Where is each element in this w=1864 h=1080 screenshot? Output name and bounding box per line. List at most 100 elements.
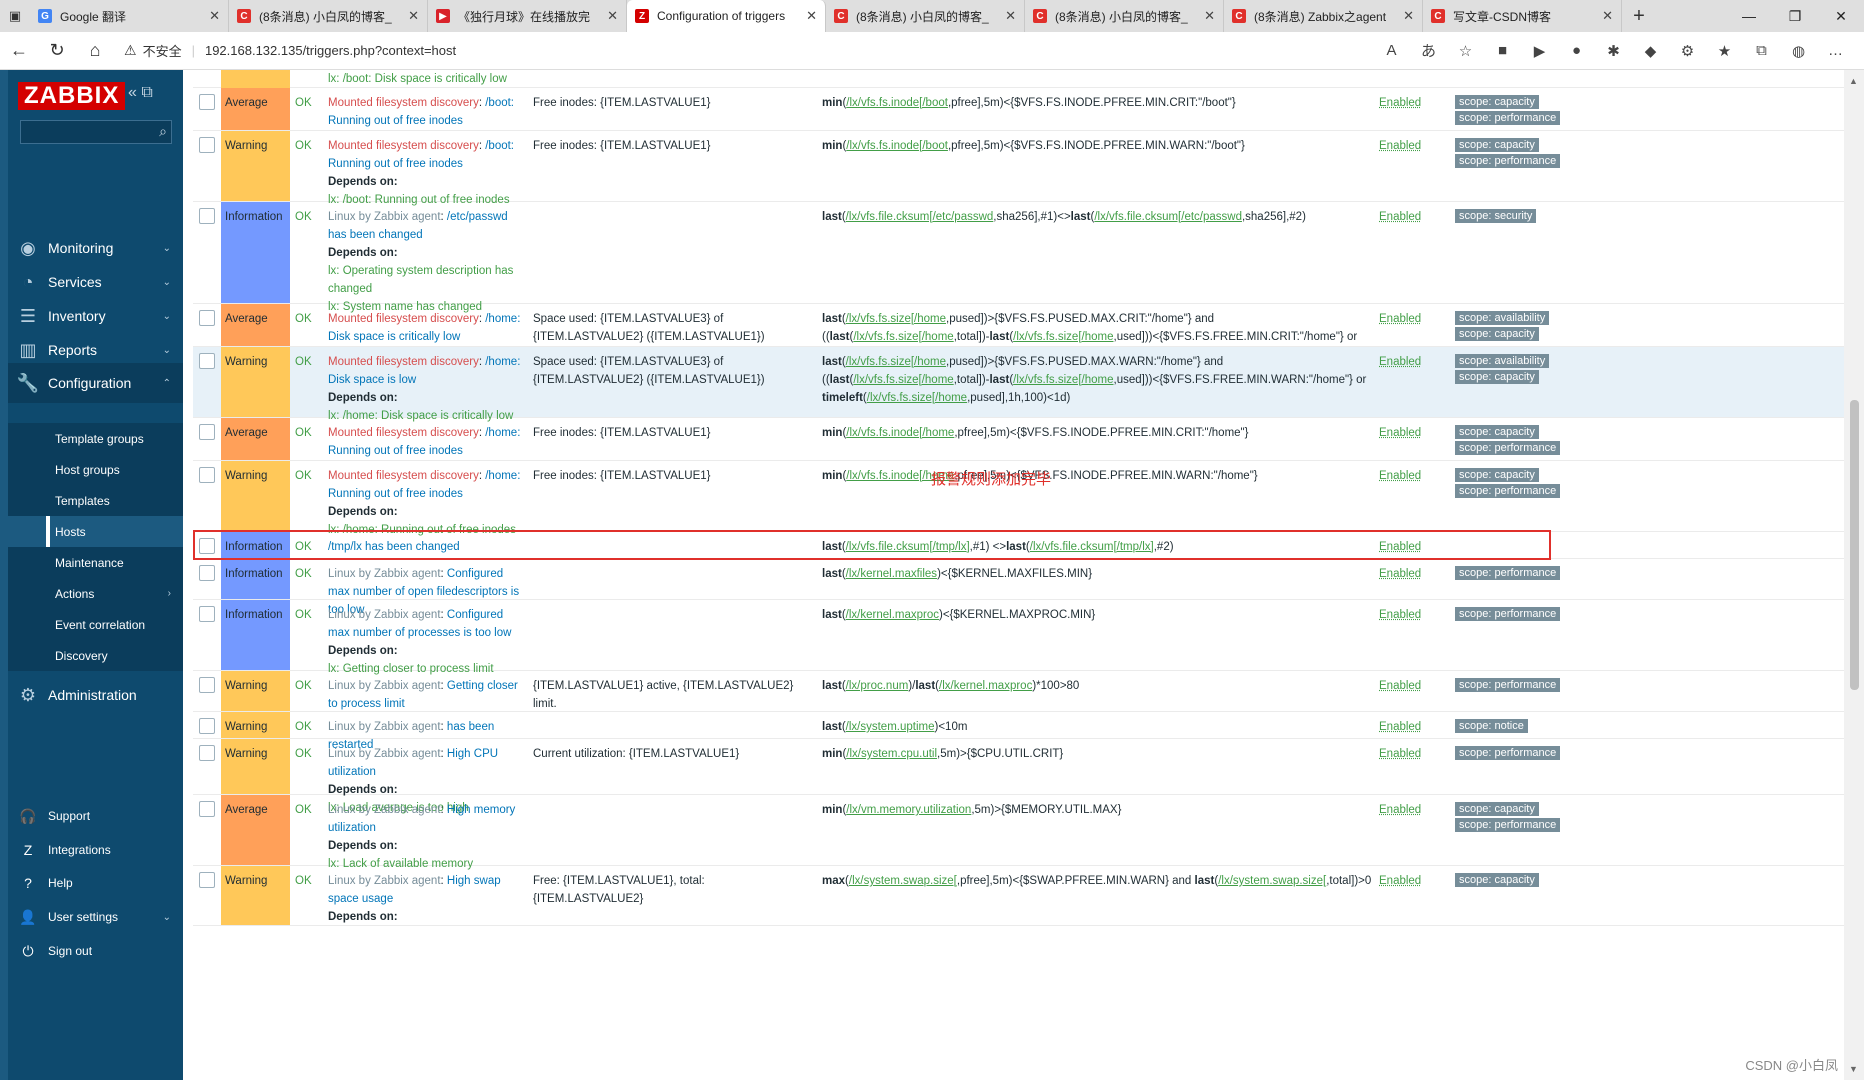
tag-badge[interactable]: scope: availability	[1455, 311, 1550, 325]
browser-tab[interactable]: C (8条消息) 小白凤的博客_ ✕	[1025, 0, 1224, 32]
browser-tab[interactable]: C (8条消息) Zabbix之agent ✕	[1224, 0, 1423, 32]
row-checkbox[interactable]	[199, 677, 215, 693]
status-toggle[interactable]: Enabled	[1379, 208, 1421, 226]
browser-tab[interactable]: ▶ 《独行月球》在线播放完 ✕	[428, 0, 627, 32]
bottom-sign-out[interactable]: ⏻ Sign out	[8, 931, 183, 971]
tag-badge[interactable]: scope: security	[1455, 209, 1537, 223]
item-link[interactable]: /lx/kernel.maxfiles	[846, 568, 937, 580]
item-link[interactable]: /lx/vfs.fs.size[/home	[1013, 374, 1113, 386]
submenu-item[interactable]: Hosts	[8, 516, 183, 547]
tab-close-icon[interactable]: ✕	[1403, 8, 1414, 24]
submenu-item[interactable]: Host groups	[8, 454, 183, 485]
row-checkbox[interactable]	[199, 353, 215, 369]
item-link[interactable]: /lx/vfs.fs.inode[/boot	[846, 97, 948, 109]
tag-badge[interactable]: scope: capacity	[1455, 425, 1539, 439]
status-toggle[interactable]: Enabled	[1379, 872, 1421, 890]
new-tab-button[interactable]: +	[1622, 0, 1656, 32]
status-toggle[interactable]: Enabled	[1379, 353, 1421, 371]
collections-icon[interactable]: ⧉	[1743, 42, 1780, 59]
menu-configuration[interactable]: 🔧 Configuration ⌃	[8, 363, 183, 403]
row-checkbox[interactable]	[199, 606, 215, 622]
item-link[interactable]: /lx/vfs.fs.size[/home	[867, 392, 967, 404]
tag-badge[interactable]: scope: performance	[1455, 111, 1561, 125]
zabbix-logo[interactable]: ZABBIX	[18, 82, 126, 110]
browser-tab[interactable]: C (8条消息) 小白凤的博客_ ✕	[826, 0, 1025, 32]
browser-tab[interactable]: Z Configuration of triggers ✕	[627, 0, 826, 32]
status-toggle[interactable]: Enabled	[1379, 94, 1421, 112]
extension-icon[interactable]: ✱	[1595, 42, 1632, 60]
status-toggle[interactable]: Enabled	[1379, 310, 1421, 328]
browser-tab[interactable]: C 写文章-CSDN博客 ✕	[1423, 0, 1622, 32]
template-link[interactable]: Mounted filesystem discovery	[328, 356, 479, 368]
restore-icon[interactable]: ❐	[1772, 0, 1818, 32]
tag-badge[interactable]: scope: performance	[1455, 484, 1561, 498]
item-link[interactable]: /lx/vfs.fs.size[/home	[853, 331, 953, 343]
status-toggle[interactable]: Enabled	[1379, 801, 1421, 819]
window-menu-icon[interactable]: ▣	[0, 0, 30, 32]
sidebar-search-input[interactable]: ⌕	[20, 120, 172, 144]
tag-badge[interactable]: scope: capacity	[1455, 468, 1539, 482]
minimize-icon[interactable]: —	[1726, 0, 1772, 32]
tag-badge[interactable]: scope: capacity	[1455, 802, 1539, 816]
play-icon[interactable]: ▶	[1521, 42, 1558, 60]
item-link[interactable]: /lx/vfs.file.cksum[/etc/passwd	[1094, 211, 1242, 223]
status-toggle[interactable]: Enabled	[1379, 606, 1421, 624]
tag-badge[interactable]: scope: capacity	[1455, 138, 1539, 152]
extension-icon[interactable]: ◆	[1632, 42, 1669, 60]
template-link[interactable]: Mounted filesystem discovery	[328, 470, 479, 482]
tab-close-icon[interactable]: ✕	[1602, 8, 1613, 24]
template-link[interactable]: Linux by Zabbix agent	[328, 680, 441, 692]
row-checkbox[interactable]	[199, 565, 215, 581]
tag-badge[interactable]: scope: capacity	[1455, 95, 1539, 109]
tag-badge[interactable]: scope: performance	[1455, 154, 1561, 168]
item-link[interactable]: /lx/vfs.fs.inode[/home	[846, 427, 954, 439]
page-scrollbar[interactable]: ▲ ▼	[1844, 70, 1864, 1080]
status-toggle[interactable]: Enabled	[1379, 467, 1421, 485]
row-checkbox[interactable]	[199, 872, 215, 888]
browser-tab[interactable]: G Google 翻译 ✕	[30, 0, 229, 32]
translate-icon[interactable]: あ	[1410, 40, 1447, 61]
tag-badge[interactable]: scope: capacity	[1455, 873, 1539, 887]
item-link[interactable]: /lx/proc.num	[846, 680, 909, 692]
row-checkbox[interactable]	[199, 745, 215, 761]
submenu-item[interactable]: Templates	[8, 485, 183, 516]
row-checkbox[interactable]	[199, 310, 215, 326]
row-checkbox[interactable]	[199, 718, 215, 734]
status-toggle[interactable]: Enabled	[1379, 718, 1421, 736]
tab-close-icon[interactable]: ✕	[1005, 8, 1016, 24]
favorite-add-icon[interactable]: ☆	[1447, 42, 1484, 60]
item-link[interactable]: /lx/vfs.fs.size[/home	[853, 374, 953, 386]
dependency-link[interactable]: lx: /boot: Disk space is critically low	[328, 70, 528, 88]
extensions-icon[interactable]: ⚙	[1669, 42, 1706, 60]
browser-tab[interactable]: C (8条消息) 小白凤的博客_ ✕	[229, 0, 428, 32]
back-icon[interactable]: ←	[0, 40, 38, 61]
template-link[interactable]: Linux by Zabbix agent	[328, 875, 441, 887]
item-link[interactable]: /lx/system.cpu.util	[846, 748, 937, 760]
template-link[interactable]: Linux by Zabbix agent	[328, 721, 441, 733]
extension-icon[interactable]: ■	[1484, 42, 1521, 59]
status-toggle[interactable]: Enabled	[1379, 677, 1421, 695]
template-link[interactable]: Mounted filesystem discovery	[328, 427, 479, 439]
more-icon[interactable]: …	[1817, 42, 1854, 59]
template-link[interactable]: Linux by Zabbix agent	[328, 804, 441, 816]
item-link[interactable]: /lx/vfs.fs.size[/home	[1013, 331, 1113, 343]
item-link[interactable]: /lx/system.swap.size[	[1218, 875, 1326, 887]
menu-administration[interactable]: ⚙ Administration	[8, 675, 183, 715]
tag-badge[interactable]: scope: performance	[1455, 818, 1561, 832]
read-aloud-icon[interactable]: A	[1373, 42, 1410, 59]
tag-badge[interactable]: scope: notice	[1455, 719, 1528, 733]
status-toggle[interactable]: Enabled	[1379, 745, 1421, 763]
tab-close-icon[interactable]: ✕	[209, 8, 220, 24]
template-link[interactable]: Mounted filesystem discovery	[328, 313, 479, 325]
item-link[interactable]: /lx/system.uptime	[846, 721, 935, 733]
collapse-sidebar-icon[interactable]: « ⧉	[128, 84, 153, 102]
template-link[interactable]: Linux by Zabbix agent	[328, 211, 441, 223]
tab-close-icon[interactable]: ✕	[408, 8, 419, 24]
template-link[interactable]: Mounted filesystem discovery	[328, 97, 479, 109]
tag-badge[interactable]: scope: capacity	[1455, 327, 1539, 341]
row-checkbox[interactable]	[199, 467, 215, 483]
tag-badge[interactable]: scope: performance	[1455, 746, 1561, 760]
row-checkbox[interactable]	[199, 801, 215, 817]
item-link[interactable]: /lx/kernel.maxproc	[939, 680, 1032, 692]
tab-close-icon[interactable]: ✕	[806, 8, 817, 24]
